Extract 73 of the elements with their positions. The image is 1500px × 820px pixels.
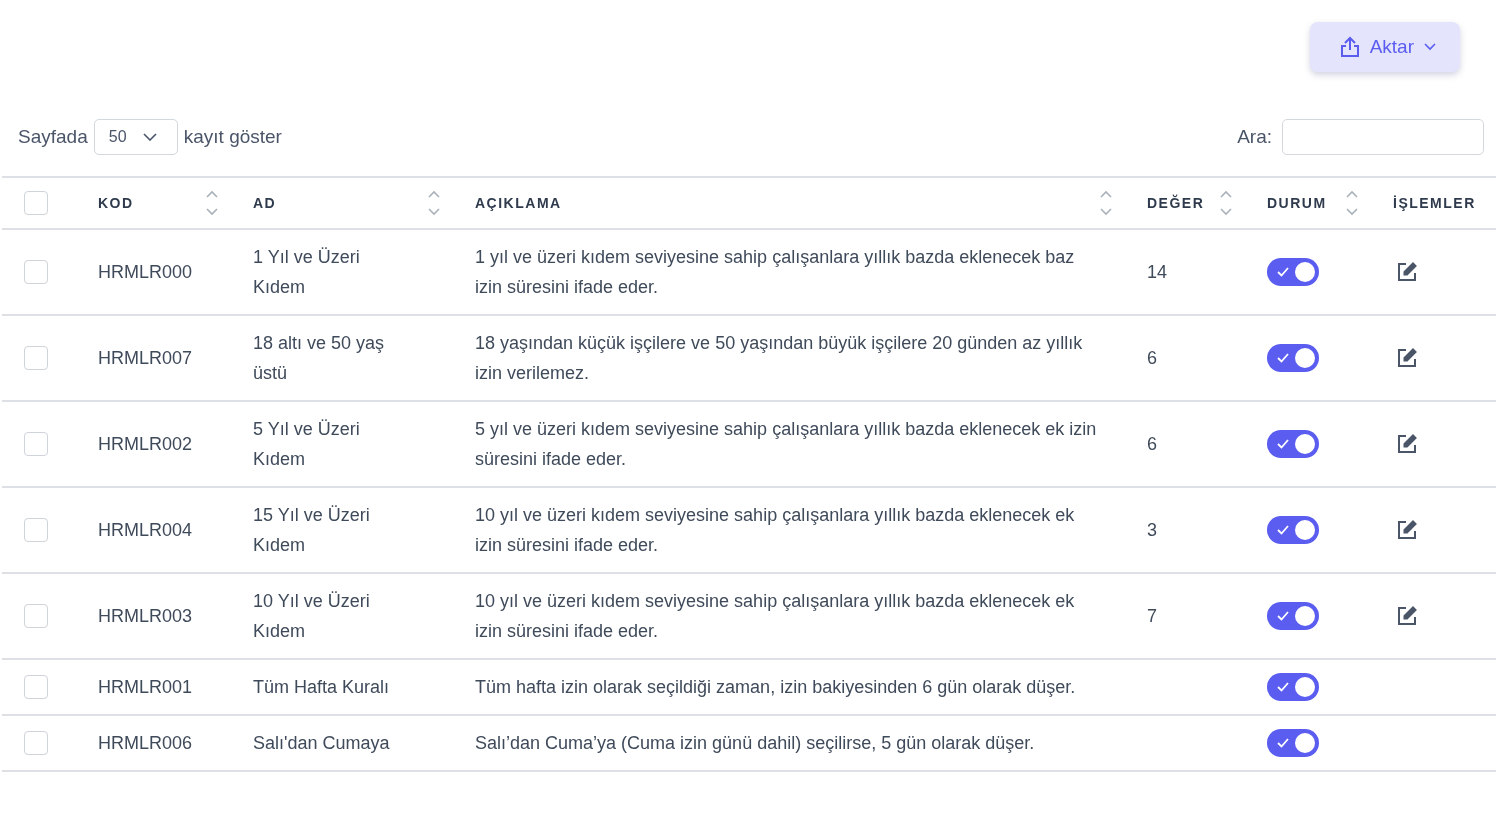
status-toggle[interactable] bbox=[1267, 344, 1319, 372]
row-checkbox[interactable] bbox=[24, 260, 48, 284]
description-text: Tüm hafta izin olarak seçildiği zaman, izin bakiyesinden 6 gün olarak düşer. bbox=[475, 676, 1077, 699]
description-text: 18 yaşından küçük işçilere ve 50 yaşından büyük işçilere 20 günden az yıllık izin verilemez. bbox=[475, 332, 1084, 385]
search-field[interactable] bbox=[1282, 119, 1484, 155]
check-icon bbox=[1277, 353, 1289, 363]
share-icon bbox=[1339, 36, 1360, 58]
sort-icon[interactable] bbox=[1345, 189, 1359, 217]
check-icon bbox=[1277, 267, 1289, 277]
description-text: 1 yıl ve üzeri kıdem seviyesine sahip çalışanlara yıllık bazda eklenecek baz izin süresini ifade eder. bbox=[475, 246, 1076, 299]
edit-icon[interactable] bbox=[1397, 434, 1417, 454]
row-checkbox[interactable] bbox=[24, 346, 48, 370]
status-toggle[interactable] bbox=[1267, 258, 1319, 286]
sort-icon[interactable] bbox=[427, 189, 441, 217]
page-size-suffix: kayıt göster bbox=[183, 126, 282, 148]
edit-icon[interactable] bbox=[1397, 520, 1417, 540]
code-text: HRMLR001 bbox=[98, 677, 193, 697]
export-button[interactable]: Aktar bbox=[1309, 22, 1460, 72]
code-text: HRMLR002 bbox=[98, 434, 193, 454]
check-icon bbox=[1277, 525, 1289, 535]
name-text: 15 Yıl ve Üzeri Kıdem bbox=[253, 504, 371, 557]
column-header[interactable]: AÇIKLAMA bbox=[475, 195, 562, 211]
name-text: 5 Yıl ve Üzeri Kıdem bbox=[253, 418, 361, 471]
column-header[interactable]: AD bbox=[253, 195, 277, 211]
chevron-down-icon bbox=[1424, 43, 1436, 51]
check-icon bbox=[1277, 682, 1289, 692]
status-toggle[interactable] bbox=[1267, 729, 1319, 757]
column-header[interactable]: DEĞER bbox=[1147, 195, 1205, 211]
value-text: 6 bbox=[1147, 348, 1157, 368]
edit-icon[interactable] bbox=[1397, 262, 1417, 282]
page-size-label: Sayfada bbox=[18, 126, 88, 148]
name-text: Salı'dan Cumaya bbox=[253, 732, 391, 755]
column-header[interactable]: KOD bbox=[98, 195, 134, 211]
status-toggle[interactable] bbox=[1267, 430, 1319, 458]
check-icon bbox=[1277, 611, 1289, 621]
name-text: 10 Yıl ve Üzeri Kıdem bbox=[253, 590, 371, 643]
row-checkbox[interactable] bbox=[24, 518, 48, 542]
code-text: HRMLR000 bbox=[98, 262, 193, 282]
row-checkbox[interactable] bbox=[24, 675, 48, 699]
edit-icon[interactable] bbox=[1397, 348, 1417, 368]
sort-icon[interactable] bbox=[205, 189, 219, 217]
description-text: 5 yıl ve üzeri kıdem seviyesine sahip çalışanlara yıllık bazda eklenecek ek izin süresini ifade eder. bbox=[475, 418, 1098, 471]
code-text: HRMLR006 bbox=[98, 733, 193, 753]
value-text: 6 bbox=[1147, 434, 1157, 454]
description-text: 10 yıl ve üzeri kıdem seviyesine sahip çalışanlara yıllık bazda eklenecek ek izin süresini ifade eder. bbox=[475, 504, 1076, 557]
description-text: Salı’dan Cuma’ya (Cuma izin günü dahil) seçilirse, 5 gün olarak düşer. bbox=[475, 732, 1036, 755]
name-text: 18 altı ve 50 yaş üstü bbox=[253, 332, 386, 385]
row-checkbox[interactable] bbox=[24, 731, 48, 755]
sort-icon[interactable] bbox=[1099, 189, 1113, 217]
sort-icon[interactable] bbox=[1219, 189, 1233, 217]
name-text: Tüm Hafta Kuralı bbox=[253, 676, 391, 699]
status-toggle[interactable] bbox=[1267, 516, 1319, 544]
check-icon bbox=[1277, 439, 1289, 449]
edit-icon[interactable] bbox=[1397, 606, 1417, 626]
status-toggle[interactable] bbox=[1267, 673, 1319, 701]
value-text: 7 bbox=[1147, 606, 1157, 626]
name-text: 1 Yıl ve Üzeri Kıdem bbox=[253, 246, 361, 299]
column-header[interactable]: DURUM bbox=[1267, 195, 1327, 211]
row-checkbox[interactable] bbox=[24, 432, 48, 456]
select-all-checkbox[interactable] bbox=[24, 191, 48, 215]
code-text: HRMLR007 bbox=[98, 348, 193, 368]
chevron-down-icon bbox=[142, 133, 157, 141]
code-text: HRMLR004 bbox=[98, 520, 193, 540]
page-size-select[interactable]: 50 bbox=[93, 119, 178, 155]
row-checkbox[interactable] bbox=[24, 604, 48, 628]
value-text: 3 bbox=[1147, 520, 1157, 540]
code-text: HRMLR003 bbox=[98, 606, 193, 626]
status-toggle[interactable] bbox=[1267, 602, 1319, 630]
value-text: 14 bbox=[1147, 262, 1168, 282]
check-icon bbox=[1277, 738, 1289, 748]
description-text: 10 yıl ve üzeri kıdem seviyesine sahip çalışanlara yıllık bazda eklenecek ek izin süresini ifade eder. bbox=[475, 590, 1076, 643]
column-header[interactable]: İŞLEMLER bbox=[1393, 195, 1476, 211]
search-label: Ara: bbox=[1237, 126, 1272, 148]
